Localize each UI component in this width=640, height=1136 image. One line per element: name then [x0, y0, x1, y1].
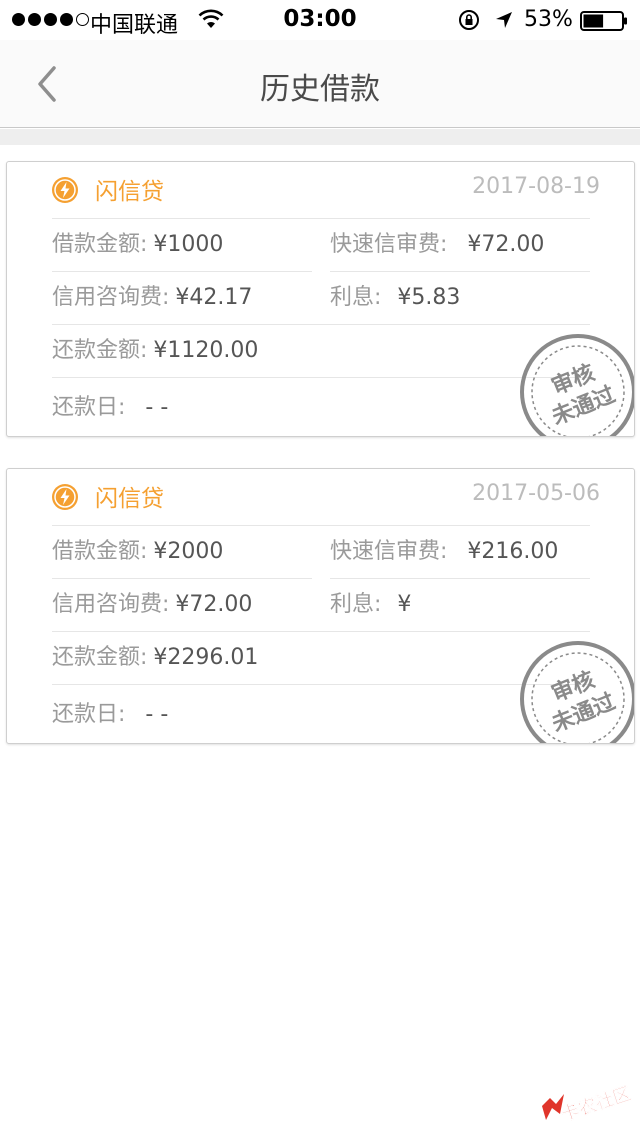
loan-date: 2017-05-06	[472, 481, 600, 506]
review-fee-value: ¥72.00	[467, 232, 545, 257]
loan-date: 2017-08-19	[472, 174, 600, 199]
consult-fee-value: ¥42.17	[175, 285, 253, 310]
repay-amount: 还款金额: ¥1120.00	[52, 325, 590, 377]
nav-bar: 历史借款	[0, 40, 640, 128]
due-date: 还款日: - -	[52, 382, 590, 434]
interest-value: ¥5.83	[397, 285, 461, 310]
repay-amount-label: 还款金额:	[52, 338, 148, 363]
due-date-label: 还款日:	[52, 395, 126, 420]
due-date-value: - -	[145, 702, 169, 727]
review-fee-value: ¥216.00	[467, 539, 559, 564]
lightning-icon	[52, 177, 78, 203]
interest-label: 利息:	[330, 592, 382, 617]
interest-value: ¥	[397, 592, 412, 617]
rejected-stamp-icon: 审核 未通过	[520, 641, 634, 743]
lender-name: 闪信贷	[95, 486, 164, 512]
lightning-icon	[52, 484, 78, 510]
loan-amount-label: 借款金额:	[52, 539, 148, 564]
location-arrow-icon	[496, 12, 512, 28]
community-watermark-logo: 卡农社区	[542, 1082, 634, 1126]
repay-amount-value: ¥2296.01	[153, 645, 259, 670]
svg-text:卡农社区: 卡农社区	[558, 1082, 633, 1125]
status-bar: 中国联通 03:00 53%	[0, 0, 640, 40]
interest: 利息: ¥5.83	[330, 272, 590, 324]
due-date-label: 还款日:	[52, 702, 126, 727]
rotation-lock-icon	[459, 10, 479, 30]
consult-fee-label: 信用咨询费:	[52, 592, 170, 617]
repay-amount-label: 还款金额:	[52, 645, 148, 670]
interest: 利息: ¥	[330, 579, 590, 631]
consult-fee-label: 信用咨询费:	[52, 285, 170, 310]
loan-card[interactable]: 闪信贷 2017-08-19 借款金额: ¥1000 快速信审费: ¥72.00 信…	[6, 161, 635, 437]
rejected-stamp-icon: 审核 未通过	[520, 334, 634, 436]
consult-fee: 信用咨询费: ¥42.17	[52, 272, 312, 324]
loan-card-header: 闪信贷 2017-08-19	[7, 162, 634, 218]
loan-amount-label: 借款金额:	[52, 232, 148, 257]
page-title: 历史借款	[260, 72, 380, 107]
loan-card-header: 闪信贷 2017-05-06	[7, 469, 634, 525]
battery-percent: 53%	[524, 7, 573, 32]
lender-name: 闪信贷	[95, 179, 164, 205]
due-date-value: - -	[145, 395, 169, 420]
consult-fee-value: ¥72.00	[175, 592, 253, 617]
loan-amount-value: ¥2000	[153, 539, 224, 564]
review-fee: 快速信审费: ¥216.00	[330, 526, 590, 578]
due-date: 还款日: - -	[52, 689, 590, 741]
consult-fee: 信用咨询费: ¥72.00	[52, 579, 312, 631]
divider-band	[0, 129, 640, 145]
review-fee-label: 快速信审费:	[330, 539, 448, 564]
loan-amount-value: ¥1000	[153, 232, 224, 257]
review-fee: 快速信审费: ¥72.00	[330, 219, 590, 271]
loan-amount: 借款金额: ¥2000	[52, 526, 312, 578]
repay-amount-value: ¥1120.00	[153, 338, 259, 363]
loan-amount: 借款金额: ¥1000	[52, 219, 312, 271]
interest-label: 利息:	[330, 285, 382, 310]
loan-card[interactable]: 闪信贷 2017-05-06 借款金额: ¥2000 快速信审费: ¥216.00 …	[6, 468, 635, 744]
battery-icon	[580, 11, 627, 31]
repay-amount: 还款金额: ¥2296.01	[52, 632, 590, 684]
review-fee-label: 快速信审费:	[330, 232, 448, 257]
